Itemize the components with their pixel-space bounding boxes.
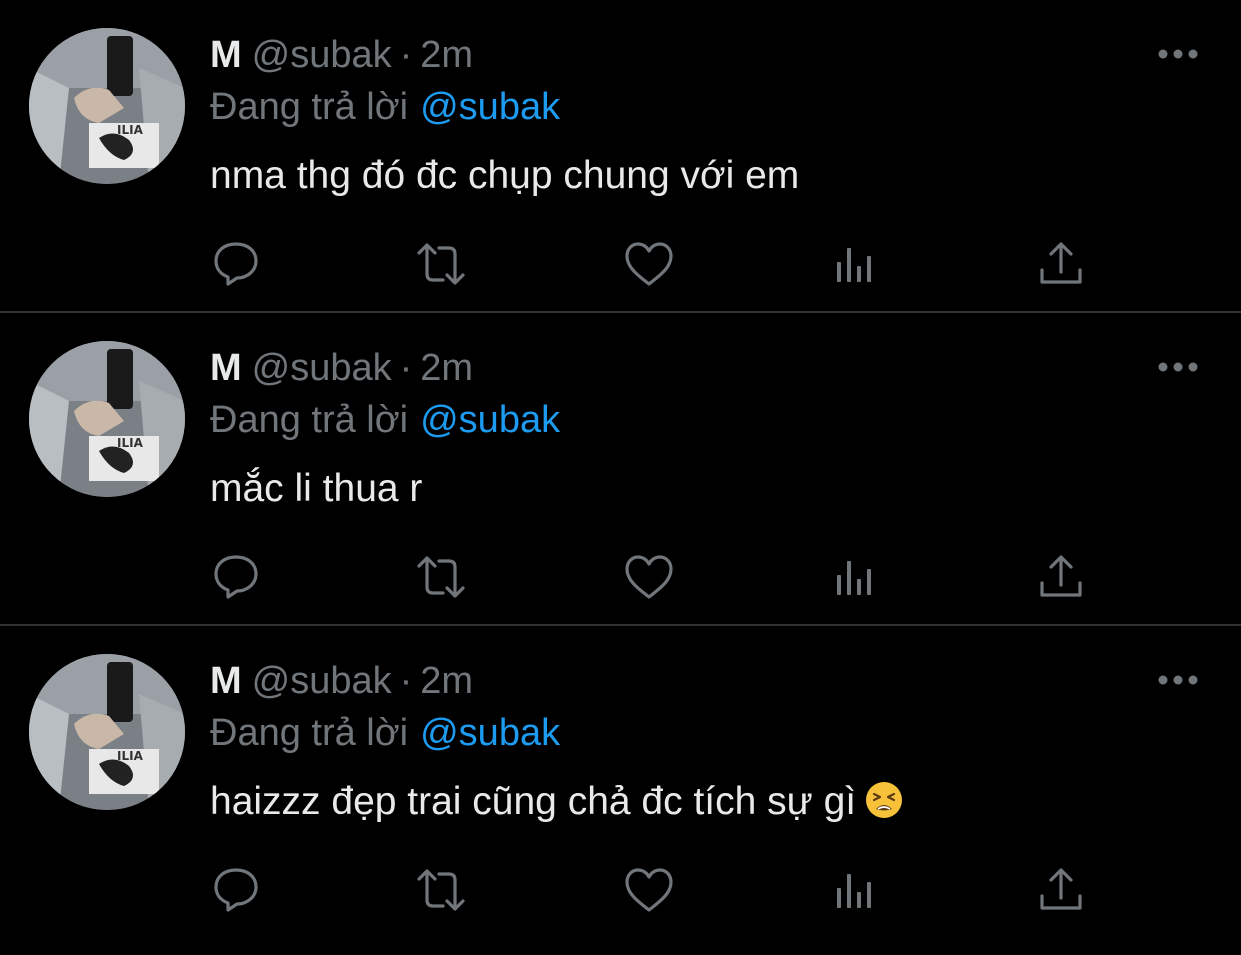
more-icon[interactable] <box>1156 357 1200 377</box>
views-icon[interactable] <box>827 236 883 292</box>
replying-to-label: Đang trả lời <box>210 86 409 128</box>
svg-text:ILIA: ILIA <box>117 436 144 450</box>
more-icon[interactable] <box>1156 670 1200 690</box>
svg-text:ILIA: ILIA <box>117 749 144 763</box>
tweet-header: M @subak · 2m <box>210 32 473 78</box>
replying-to-handle[interactable]: @subak <box>420 86 560 128</box>
tweet-text: nma thg đó đc chụp chung với em <box>210 154 800 197</box>
avatar[interactable]: ILIA <box>29 28 185 184</box>
user-handle[interactable]: @subak <box>252 347 392 389</box>
share-icon[interactable] <box>1033 862 1089 918</box>
display-name[interactable]: M <box>210 347 242 389</box>
tweet[interactable]: ILIA M @subak · 2m Đang trả lời @subak nma t… <box>0 0 1241 312</box>
replying-to-line: Đang trả lời @subak <box>210 710 560 756</box>
timestamp[interactable]: 2m <box>420 347 473 389</box>
tweet-header: M @subak · 2m <box>210 658 473 704</box>
tweet-text-container: haizzz đẹp trai cũng chả đc tích sự gì <box>210 778 904 826</box>
share-icon[interactable] <box>1033 549 1089 605</box>
tweet[interactable]: ILIA M @subak · 2m Đang trả lời @subak haizz… <box>0 626 1241 938</box>
reply-icon[interactable] <box>208 862 264 918</box>
separator-dot: · <box>399 660 413 702</box>
replying-to-line: Đang trả lời @subak <box>210 397 560 443</box>
tired-face-emoji <box>864 780 904 820</box>
like-icon[interactable] <box>621 236 677 292</box>
like-icon[interactable] <box>621 862 677 918</box>
avatar[interactable]: ILIA <box>29 341 185 497</box>
separator-dot: · <box>399 347 413 389</box>
tweet[interactable]: ILIA M @subak · 2m Đang trả lời @subak mắc l… <box>0 313 1241 625</box>
retweet-icon[interactable] <box>413 862 469 918</box>
views-icon[interactable] <box>827 862 883 918</box>
separator-dot: · <box>399 34 413 76</box>
user-handle[interactable]: @subak <box>252 34 392 76</box>
replying-to-handle[interactable]: @subak <box>420 399 560 441</box>
avatar[interactable]: ILIA <box>29 654 185 810</box>
tweet-text: mắc li thua r <box>210 467 423 510</box>
reply-icon[interactable] <box>208 236 264 292</box>
retweet-icon[interactable] <box>413 549 469 605</box>
tweet-header: M @subak · 2m <box>210 345 473 391</box>
replying-to-handle[interactable]: @subak <box>420 712 560 754</box>
reply-icon[interactable] <box>208 549 264 605</box>
tweet-feed: ILIA M @subak · 2m Đang trả lời @subak nma t… <box>0 0 1241 955</box>
share-icon[interactable] <box>1033 236 1089 292</box>
replying-to-label: Đang trả lời <box>210 399 409 441</box>
like-icon[interactable] <box>621 549 677 605</box>
display-name[interactable]: M <box>210 34 242 76</box>
retweet-icon[interactable] <box>413 236 469 292</box>
tweet-text: haizzz đẹp trai cũng chả đc tích sự gì <box>210 780 857 823</box>
user-handle[interactable]: @subak <box>252 660 392 702</box>
display-name[interactable]: M <box>210 660 242 702</box>
timestamp[interactable]: 2m <box>420 660 473 702</box>
svg-text:ILIA: ILIA <box>117 123 144 137</box>
replying-to-label: Đang trả lời <box>210 712 409 754</box>
replying-to-line: Đang trả lời @subak <box>210 84 560 130</box>
timestamp[interactable]: 2m <box>420 34 473 76</box>
more-icon[interactable] <box>1156 44 1200 64</box>
views-icon[interactable] <box>827 549 883 605</box>
